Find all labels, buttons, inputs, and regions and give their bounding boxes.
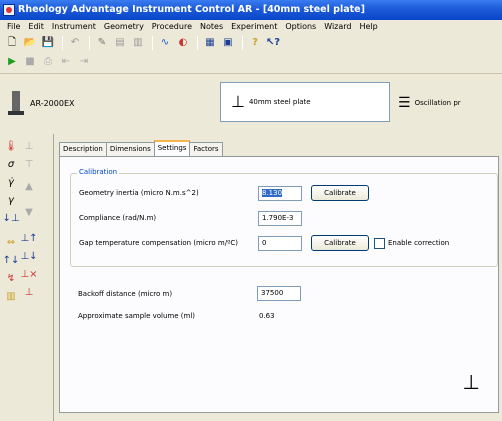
procedure-selector[interactable]: ☰ Oscillation pr: [398, 88, 502, 118]
table-icon[interactable]: ▦: [202, 35, 218, 51]
tab-strip: Description Dimensions Settings Factors: [59, 140, 223, 156]
calibrate-gap-button[interactable]: Calibrate: [311, 235, 369, 251]
menu-instrument[interactable]: Instrument: [48, 20, 100, 33]
notes-icon[interactable]: ▥: [130, 35, 146, 51]
rheometer-icon: [8, 91, 24, 115]
calibrate-inertia-button[interactable]: Calibrate: [311, 185, 369, 201]
bearing-icon[interactable]: ▥: [2, 288, 20, 305]
procedure-icon[interactable]: ▤: [112, 35, 128, 51]
window-title: Rheology Advantage Instrument Control AR…: [18, 4, 365, 15]
plate-geometry-icon: ⊥: [231, 92, 245, 111]
sample-volume-label: Approximate sample volume (ml): [78, 312, 195, 320]
stop-icon[interactable]: ■: [22, 54, 38, 70]
up-arrow-icon[interactable]: ▲: [20, 178, 38, 195]
menu-edit[interactable]: Edit: [24, 20, 48, 33]
menu-help[interactable]: Help: [356, 20, 382, 33]
instrument-name: AR-2000EX: [30, 98, 75, 108]
procedure-list-icon: ☰: [398, 95, 411, 111]
calibration-icon[interactable]: ◐: [175, 35, 191, 51]
new-file-icon[interactable]: 🗋: [4, 35, 20, 51]
menu-bar: File Edit Instrument Geometry Procedure …: [0, 20, 502, 33]
help-icon[interactable]: ?: [247, 35, 263, 51]
tab-description[interactable]: Description: [59, 142, 107, 156]
inertia-field[interactable]: 8.130: [258, 186, 302, 201]
inertia-label: Geometry inertia (micro N.m.s^2): [79, 189, 199, 197]
strain-rate-icon[interactable]: γ̇: [2, 174, 20, 191]
menu-experiment[interactable]: Experiment: [227, 20, 281, 33]
cancel-geometry-icon[interactable]: ⊥×: [20, 266, 38, 283]
step-back-icon[interactable]: ⇤: [58, 54, 74, 70]
instrument-indicator[interactable]: AR-2000EX: [8, 88, 178, 118]
gap-icon[interactable]: ⊥: [20, 138, 38, 155]
toolbar-separator: [89, 36, 90, 50]
toolbar-separator: [197, 36, 198, 50]
context-help-icon[interactable]: ↖?: [265, 35, 281, 51]
enable-correction-checkbox[interactable]: [374, 238, 385, 249]
menu-procedure[interactable]: Procedure: [148, 20, 196, 33]
compliance-label: Compliance (rad/N.m): [79, 214, 157, 222]
inertia-value: 8.130: [262, 189, 283, 197]
tab-dimensions[interactable]: Dimensions: [105, 142, 155, 156]
settings-panel: Calibration Geometry inertia (micro N.m.…: [59, 156, 499, 413]
geometry-edit-icon[interactable]: ✎: [94, 35, 110, 51]
compliance-field[interactable]: 1.790E-3: [258, 211, 302, 226]
geometry-window: Description Dimensions Settings Factors …: [53, 134, 502, 421]
flow-icon[interactable]: ⇔: [2, 234, 20, 251]
run-toolbar: ▶ ■ ⎙ ⇤ ⇥: [0, 54, 502, 70]
toolbar-separator: [242, 36, 243, 50]
menu-notes[interactable]: Notes: [196, 20, 227, 33]
print-icon[interactable]: ⎙: [40, 54, 56, 70]
menu-wizard[interactable]: Wizard: [320, 20, 355, 33]
left-palette: 🌡 ⊥ σ ⊤ γ̇ ▲ γ ↓⊥ ▼ ⇔ ⊥↑ ↑↓ ⊥↓ ↯ ⊥× ⊥ ▥: [0, 134, 52, 421]
motor-icon[interactable]: ↯: [2, 270, 20, 287]
geometry-down-icon[interactable]: ↓⊥: [2, 210, 20, 227]
tab-factors[interactable]: Factors: [189, 142, 223, 156]
gap-compensation-label: Gap temperature compensation (micro m/ºC…: [79, 239, 238, 247]
menu-options[interactable]: Options: [281, 20, 320, 33]
title-bar: Rheology Advantage Instrument Control AR…: [0, 0, 502, 20]
run-icon[interactable]: ▶: [4, 54, 20, 70]
image-icon[interactable]: ▣: [220, 35, 236, 51]
stress-icon[interactable]: σ: [2, 156, 20, 173]
graph-icon[interactable]: ∿: [157, 35, 173, 51]
down-arrow-icon[interactable]: ▼: [20, 204, 38, 221]
toolbar-separator: [152, 36, 153, 50]
main-toolbar: 🗋 📂 💾 ↶ ✎ ▤ ▥ ∿ ◐ ▦ ▣ ? ↖?: [0, 33, 502, 53]
instrument-strip: AR-2000EX ⊥ 40mm steel plate ☰ Oscillati…: [0, 73, 502, 130]
toolbar-separator: [62, 36, 63, 50]
temperature-icon[interactable]: 🌡: [2, 138, 20, 155]
backoff-label: Backoff distance (micro m): [78, 290, 173, 298]
plate-geometry-icon: ⊥: [462, 370, 480, 394]
zero-gap-icon[interactable]: ⊤: [20, 156, 38, 173]
release-icon[interactable]: ⊥: [20, 284, 38, 301]
tab-settings[interactable]: Settings: [153, 140, 191, 156]
geometry-name: 40mm steel plate: [248, 98, 311, 106]
backoff-field[interactable]: 37500: [257, 286, 301, 301]
save-icon[interactable]: 💾: [40, 35, 56, 51]
open-folder-icon[interactable]: 📂: [22, 35, 38, 51]
sample-volume-value: 0.63: [259, 312, 275, 320]
undo-icon[interactable]: ↶: [67, 35, 83, 51]
gap-compensation-field[interactable]: 0: [258, 236, 302, 251]
procedure-name: Oscillation pr: [414, 99, 461, 107]
step-forward-icon[interactable]: ⇥: [76, 54, 92, 70]
oscillation-icon[interactable]: ↑↓: [2, 252, 20, 269]
geometry-selector[interactable]: ⊥ 40mm steel plate: [220, 82, 390, 122]
calibration-group: Calibration Geometry inertia (micro N.m.…: [70, 168, 498, 267]
app-icon: [3, 4, 15, 16]
strain-icon[interactable]: γ: [2, 192, 20, 209]
lower-head-icon[interactable]: ⊥↓: [20, 248, 38, 265]
menu-file[interactable]: File: [3, 20, 24, 33]
raise-head-icon[interactable]: ⊥↑: [20, 230, 38, 247]
calibration-group-label: Calibration: [77, 168, 120, 176]
menu-geometry[interactable]: Geometry: [100, 20, 148, 33]
enable-correction-label: Enable correction: [388, 239, 450, 247]
